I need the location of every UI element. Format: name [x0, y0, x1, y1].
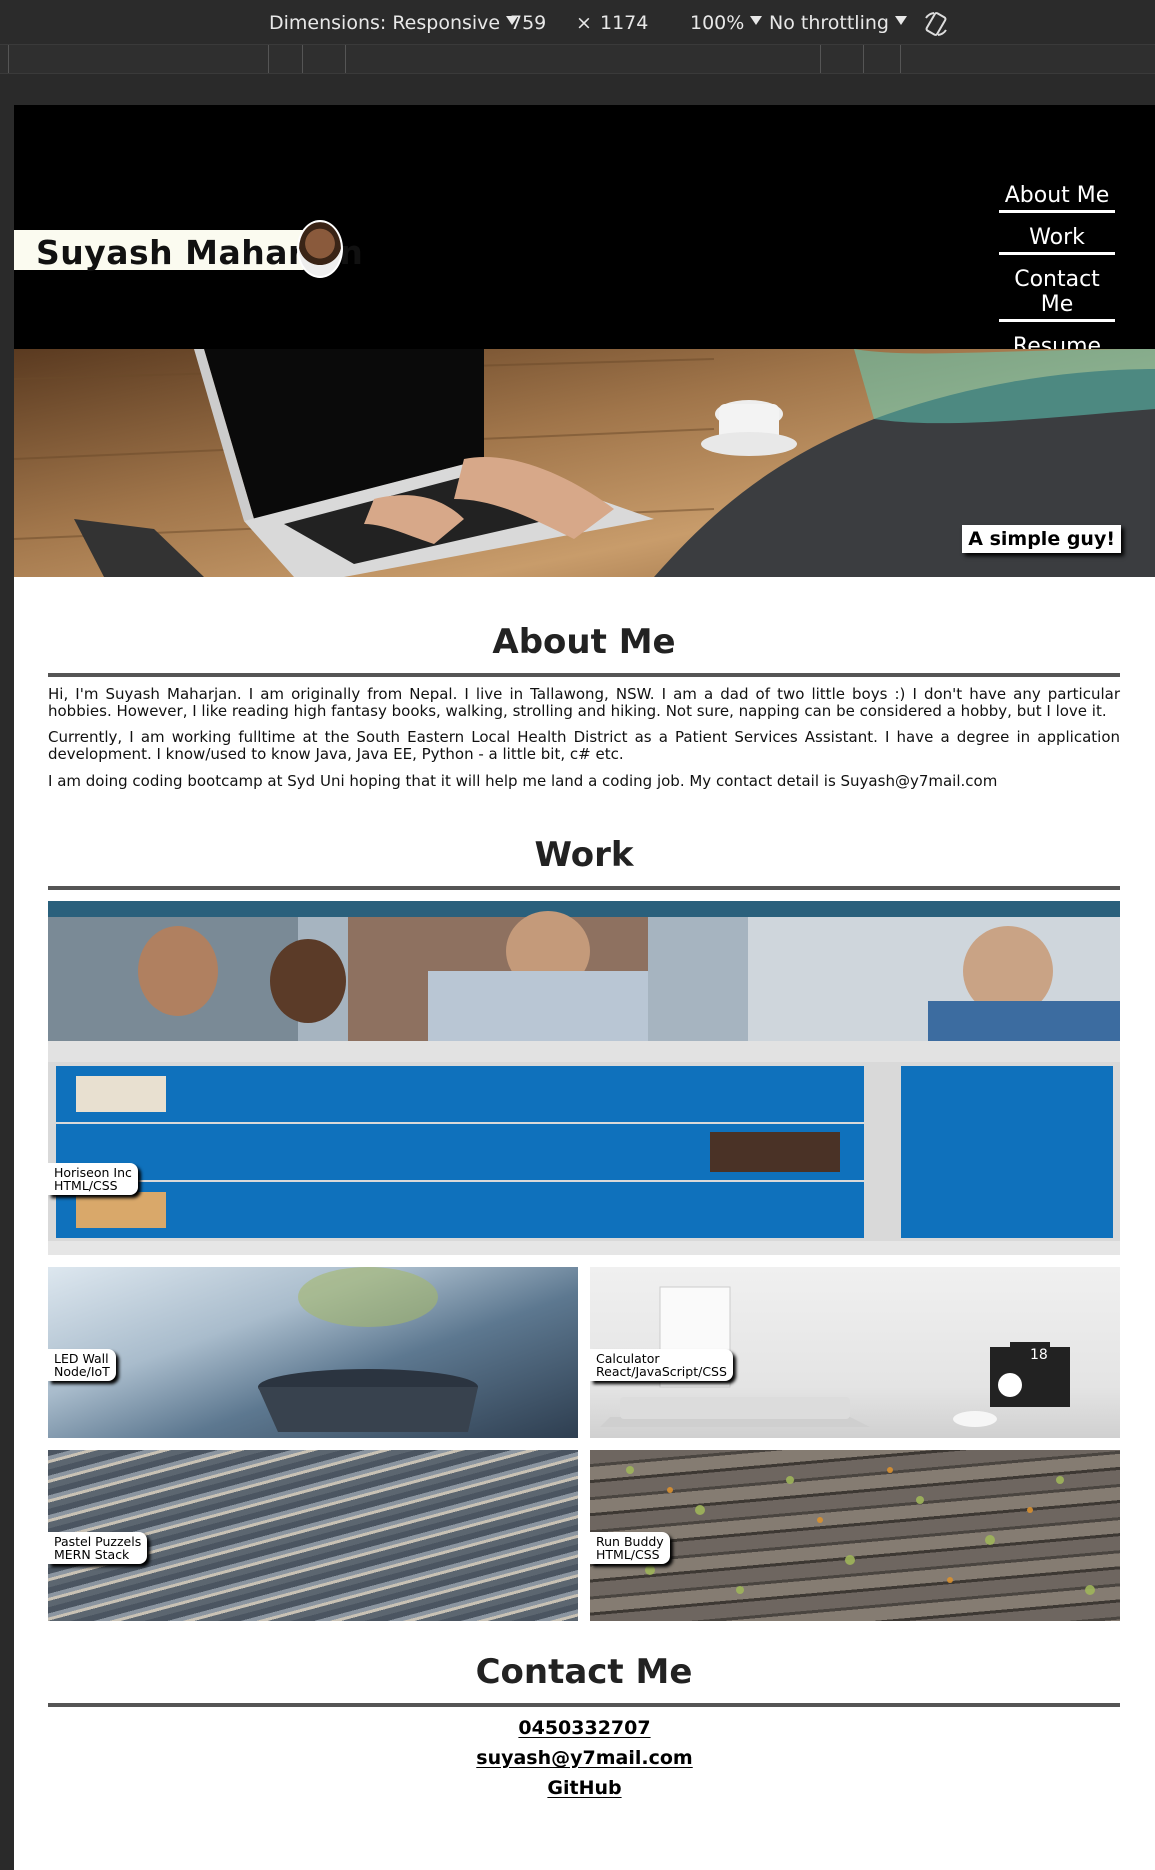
main-nav: About Me Work Contact Me Resume — [999, 179, 1115, 372]
calendar-number: 18 — [1030, 1347, 1048, 1363]
project-tech: MERN Stack — [54, 1547, 130, 1562]
project-label-led-wall: LED Wall Node/IoT — [48, 1349, 116, 1381]
horiseon-screenshot — [48, 901, 1120, 1255]
phone-link[interactable]: 0450332707 — [14, 1717, 1155, 1739]
rotate-icon[interactable] — [922, 10, 950, 43]
github-link[interactable]: GitHub — [14, 1777, 1155, 1799]
project-card-run-buddy[interactable]: Run Buddy HTML/CSS — [590, 1450, 1120, 1621]
tagline: A simple guy! — [962, 525, 1121, 553]
media-query-ruler — [0, 44, 1155, 74]
project-tech: HTML/CSS — [54, 1178, 118, 1193]
about-divider — [48, 673, 1120, 677]
contact-divider — [48, 1703, 1120, 1707]
work-divider — [48, 886, 1120, 890]
project-label-calculator: Calculator React/JavaScript/CSS — [590, 1349, 733, 1381]
nav-contact-me[interactable]: Contact Me — [999, 263, 1115, 322]
work-title: Work — [534, 835, 634, 875]
chevron-down-icon — [894, 16, 907, 25]
zoom-dropdown[interactable]: 100% — [690, 12, 763, 34]
dimensions-label: Dimensions: Responsive — [269, 12, 501, 34]
header-background — [14, 105, 1155, 349]
height-input[interactable]: 1174 — [600, 12, 648, 34]
about-paragraph-3: I am doing coding bootcamp at Syd Uni ho… — [48, 772, 998, 790]
contact-title: Contact Me — [475, 1652, 693, 1692]
project-label-pastel-puzzels: Pastel Puzzels MERN Stack — [48, 1532, 148, 1564]
project-tech: Node/IoT — [54, 1364, 110, 1379]
project-label-horiseon: Horiseon Inc HTML/CSS — [48, 1163, 138, 1195]
times-icon: × — [576, 12, 592, 34]
project-tech: React/JavaScript/CSS — [596, 1364, 727, 1379]
about-paragraph-1: Hi, I'm Suyash Maharjan. I am originally… — [48, 685, 1120, 720]
nav-work[interactable]: Work — [999, 221, 1115, 255]
chevron-down-icon — [750, 16, 763, 25]
email-link[interactable]: suyash@y7mail.com — [14, 1747, 1155, 1769]
width-input[interactable]: 759 — [510, 12, 546, 34]
dimensions-dropdown[interactable]: Dimensions: Responsive — [269, 12, 519, 34]
devtools-toolbar: Dimensions: Responsive 759 × 1174 100% N… — [0, 0, 1155, 44]
project-card-led-wall[interactable]: LED Wall Node/IoT — [48, 1267, 578, 1438]
project-card-pastel-puzzels[interactable]: Pastel Puzzels MERN Stack — [48, 1450, 578, 1621]
project-tech: HTML/CSS — [596, 1547, 660, 1562]
project-label-run-buddy: Run Buddy HTML/CSS — [590, 1532, 670, 1564]
throttling-label: No throttling — [769, 12, 889, 34]
about-paragraph-2: Currently, I am working fulltime at the … — [48, 728, 1120, 763]
nav-about-me[interactable]: About Me — [999, 179, 1115, 213]
about-title: About Me — [492, 622, 676, 662]
portfolio-page: Suyash Maharjan About Me Work Contact Me… — [14, 105, 1155, 1870]
project-card-horiseon[interactable]: Horiseon Inc HTML/CSS — [48, 901, 1120, 1255]
project-card-calculator[interactable]: 18 Calculator React/JavaScript/CSS — [590, 1267, 1120, 1438]
throttling-dropdown[interactable]: No throttling — [769, 12, 907, 34]
avatar — [297, 220, 343, 278]
zoom-label: 100% — [690, 12, 745, 34]
